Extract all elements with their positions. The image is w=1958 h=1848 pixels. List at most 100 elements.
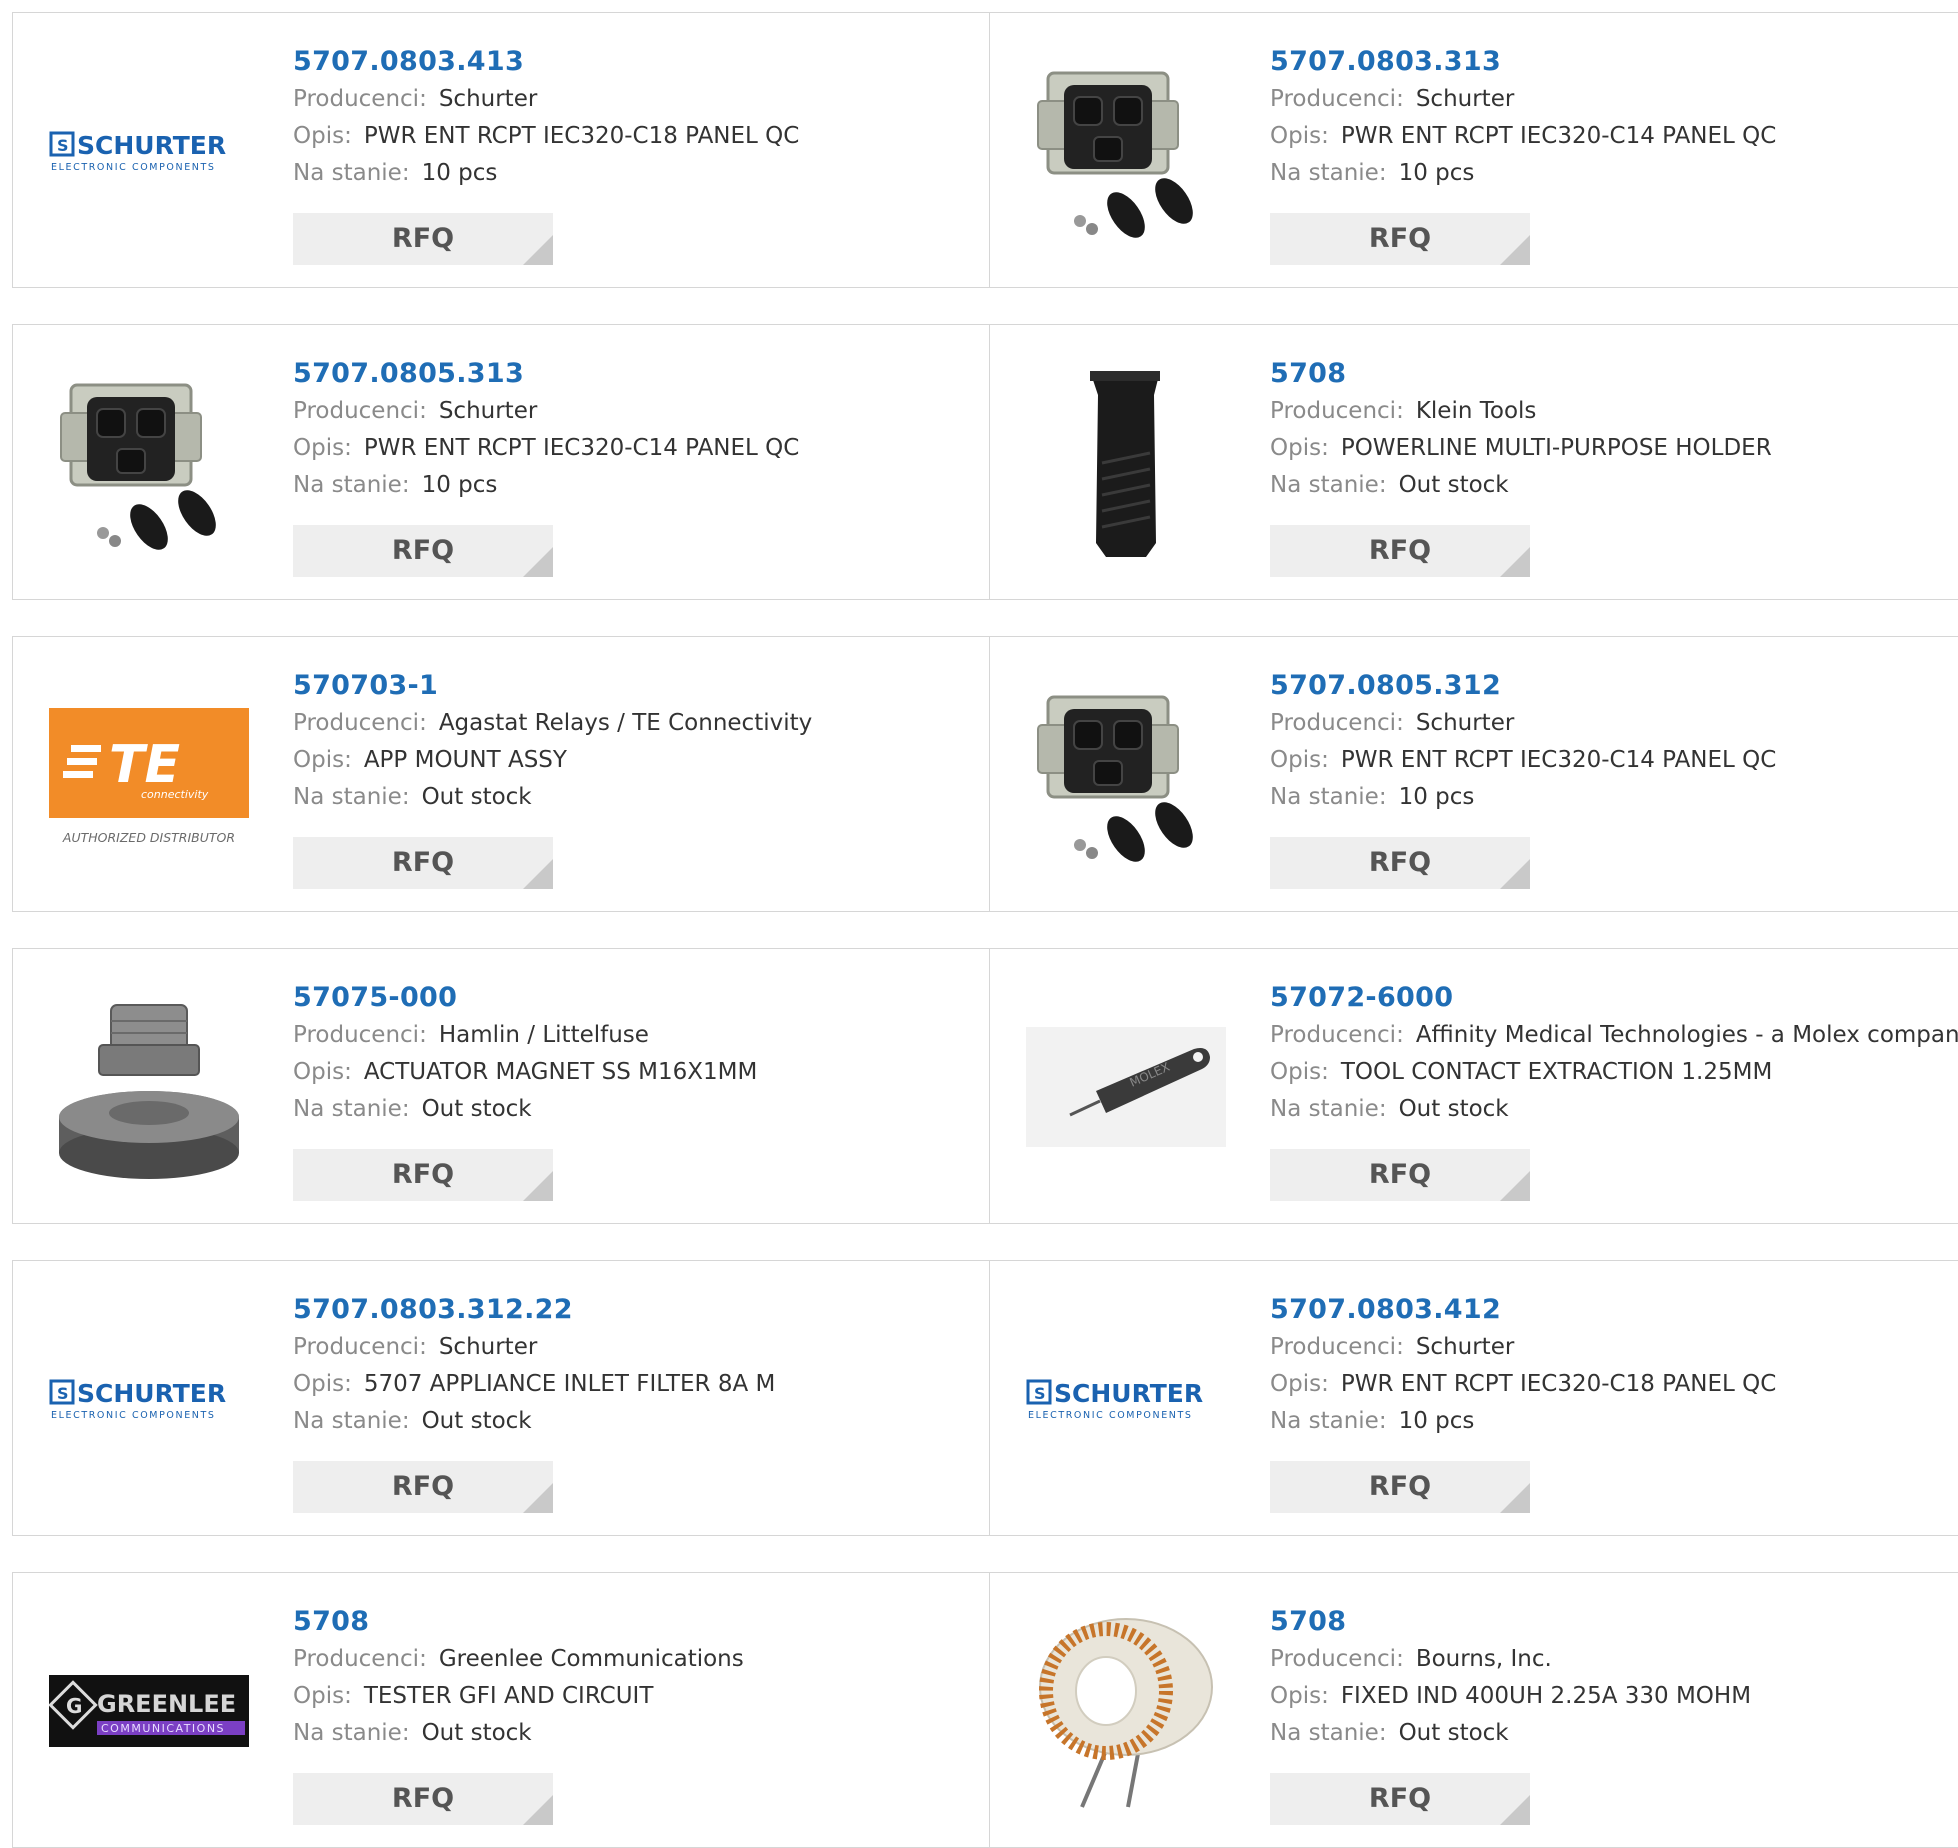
rfq-label: RFQ	[391, 1471, 455, 1502]
manufacturer-value: Schurter	[438, 1334, 538, 1360]
manufacturer-row: Producenci: Schurter	[293, 81, 979, 118]
description-value: 5707 APPLIANCE INLET FILTER 8A M	[363, 1371, 776, 1397]
manufacturer-value: Hamlin / Littelfuse	[438, 1022, 649, 1048]
manufacturer-value: Schurter	[438, 86, 538, 112]
product-card: 5708 Producenci: Klein Tools Opis: POWERLINE…	[990, 324, 1958, 600]
description-row: Opis: 5707 APPLIANCE INLET FILTER 8A M	[293, 1366, 979, 1403]
description-row: Opis: PWR ENT RCPT IEC320-C18 PANEL QC	[293, 118, 979, 155]
rfq-button[interactable]: RFQ	[293, 213, 553, 265]
rfq-button[interactable]: RFQ	[293, 837, 553, 889]
rfq-button[interactable]: RFQ	[293, 1461, 553, 1513]
rfq-button[interactable]: RFQ	[1270, 837, 1530, 889]
manufacturer-value: Schurter	[1415, 1334, 1515, 1360]
product-info: 570703-1 Producenci: Agastat Relays / TE C…	[293, 667, 979, 816]
part-number-link[interactable]: 5707.0803.413	[293, 43, 524, 81]
product-image[interactable]: MOLEX	[1026, 987, 1226, 1187]
rfq-label: RFQ	[1368, 223, 1432, 254]
stock-label: Na stanie:	[293, 784, 410, 810]
stock-row: Na stanie: Out stock	[1270, 1091, 1957, 1128]
corner-fold-icon	[523, 547, 553, 577]
description-label: Opis:	[1270, 123, 1329, 149]
svg-text:COMMUNICATIONS: COMMUNICATIONS	[101, 1722, 225, 1735]
product-image[interactable]: S SCHURTER ELECTRONIC COMPONENTS	[49, 51, 249, 251]
rfq-button[interactable]: RFQ	[293, 1773, 553, 1825]
part-number-link[interactable]: 5707.0803.313	[1270, 43, 1501, 81]
svg-text:ELECTRONIC COMPONENTS: ELECTRONIC COMPONENTS	[51, 162, 216, 173]
stock-value: Out stock	[1398, 472, 1509, 498]
part-number-link[interactable]: 5707.0803.412	[1270, 1291, 1501, 1329]
part-number-link[interactable]: 5708	[1270, 1603, 1346, 1641]
description-label: Opis:	[1270, 747, 1329, 773]
stock-label: Na stanie:	[293, 160, 410, 186]
svg-text:S: S	[57, 136, 69, 155]
rfq-button[interactable]: RFQ	[293, 525, 553, 577]
description-value: PWR ENT RCPT IEC320-C14 PANEL QC	[363, 435, 800, 461]
corner-fold-icon	[1500, 1795, 1530, 1825]
description-label: Opis:	[293, 747, 352, 773]
description-label: Opis:	[1270, 1683, 1329, 1709]
part-number-link[interactable]: 57072-6000	[1270, 979, 1453, 1017]
product-info: 5708 Producenci: Klein Tools Opis: POWERLINE…	[1270, 355, 1957, 504]
rfq-button[interactable]: RFQ	[1270, 1149, 1530, 1201]
stock-label: Na stanie:	[1270, 1096, 1387, 1122]
product-info: 5708 Producenci: Bourns, Inc. Opis: FIXED IN…	[1270, 1603, 1957, 1752]
manufacturer-row: Producenci: Schurter	[1270, 81, 1957, 118]
description-value: APP MOUNT ASSY	[363, 747, 567, 773]
rfq-label: RFQ	[1368, 1471, 1432, 1502]
rfq-button[interactable]: RFQ	[1270, 1773, 1530, 1825]
product-image[interactable]: S SCHURTER ELECTRONIC COMPONENTS	[1026, 1299, 1226, 1499]
product-image[interactable]: TE connectivity AUTHORIZED DISTRIBUTOR	[49, 675, 249, 875]
part-number-link[interactable]: 57075-000	[293, 979, 457, 1017]
corner-fold-icon	[523, 1171, 553, 1201]
description-row: Opis: ACTUATOR MAGNET SS M16X1MM	[293, 1054, 979, 1091]
stock-value: 10 pcs	[421, 472, 498, 498]
product-image[interactable]	[1026, 1611, 1226, 1811]
product-image[interactable]	[1026, 51, 1226, 251]
description-value: PWR ENT RCPT IEC320-C18 PANEL QC	[363, 123, 800, 149]
stock-row: Na stanie: 10 pcs	[1270, 155, 1957, 192]
rfq-label: RFQ	[391, 1783, 455, 1814]
product-image[interactable]	[1026, 675, 1226, 875]
rfq-button[interactable]: RFQ	[1270, 1461, 1530, 1513]
rfq-label: RFQ	[1368, 535, 1432, 566]
rfq-button[interactable]: RFQ	[1270, 213, 1530, 265]
description-value: POWERLINE MULTI-PURPOSE HOLDER	[1340, 435, 1772, 461]
stock-row: Na stanie: Out stock	[293, 1715, 979, 1752]
stock-value: Out stock	[421, 1096, 532, 1122]
description-label: Opis:	[293, 1371, 352, 1397]
part-number-link[interactable]: 570703-1	[293, 667, 438, 705]
part-number-link[interactable]: 5707.0805.313	[293, 355, 524, 393]
rfq-button[interactable]: RFQ	[293, 1149, 553, 1201]
stock-row: Na stanie: Out stock	[293, 1091, 979, 1128]
part-number-link[interactable]: 5708	[293, 1603, 369, 1641]
manufacturer-row: Producenci: Agastat Relays / TE Connectiv…	[293, 705, 979, 742]
svg-text:AUTHORIZED DISTRIBUTOR: AUTHORIZED DISTRIBUTOR	[62, 830, 235, 845]
rfq-button[interactable]: RFQ	[1270, 525, 1530, 577]
part-number-link[interactable]: 5708	[1270, 355, 1346, 393]
product-image[interactable]	[49, 987, 249, 1187]
manufacturer-row: Producenci: Bourns, Inc.	[1270, 1641, 1957, 1678]
product-image[interactable]	[49, 363, 249, 563]
part-number-link[interactable]: 5707.0805.312	[1270, 667, 1501, 705]
description-label: Opis:	[1270, 1059, 1329, 1085]
product-info: 57075-000 Producenci: Hamlin / Littelfuse O…	[293, 979, 979, 1128]
part-number-link[interactable]: 5707.0803.312.22	[293, 1291, 573, 1329]
product-image[interactable]: S SCHURTER ELECTRONIC COMPONENTS	[49, 1299, 249, 1499]
manufacturer-label: Producenci:	[293, 1334, 427, 1360]
manufacturer-value: Bourns, Inc.	[1415, 1646, 1552, 1672]
description-row: Opis: POWERLINE MULTI-PURPOSE HOLDER	[1270, 430, 1957, 467]
description-row: Opis: TOOL CONTACT EXTRACTION 1.25MM	[1270, 1054, 1957, 1091]
stock-value: 10 pcs	[1398, 1408, 1475, 1434]
description-value: ACTUATOR MAGNET SS M16X1MM	[363, 1059, 758, 1085]
product-info: 5707.0803.313 Producenci: Schurter Opis: PWR…	[1270, 43, 1957, 192]
rfq-label: RFQ	[391, 847, 455, 878]
description-row: Opis: TESTER GFI AND CIRCUIT	[293, 1678, 979, 1715]
stock-row: Na stanie: 10 pcs	[1270, 779, 1957, 816]
product-info: 5707.0803.312.22 Producenci: Schurter Opis:…	[293, 1291, 979, 1440]
product-image[interactable]	[1026, 363, 1226, 563]
description-value: PWR ENT RCPT IEC320-C18 PANEL QC	[1340, 1371, 1777, 1397]
product-image[interactable]: G GREENLEE COMMUNICATIONS	[49, 1611, 249, 1811]
stock-label: Na stanie:	[293, 1096, 410, 1122]
stock-row: Na stanie: 10 pcs	[1270, 1403, 1957, 1440]
description-row: Opis: PWR ENT RCPT IEC320-C14 PANEL QC	[1270, 118, 1957, 155]
